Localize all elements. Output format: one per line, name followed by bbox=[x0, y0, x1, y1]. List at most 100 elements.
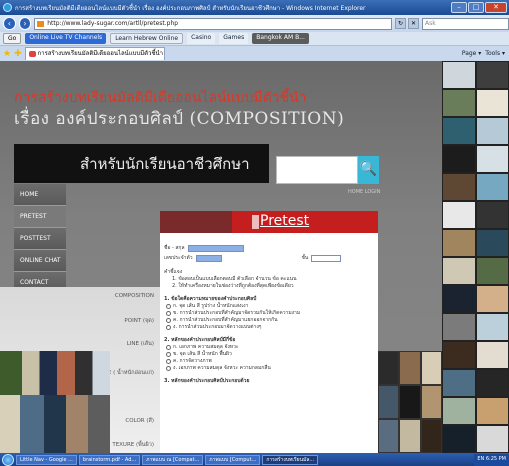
photo-tile bbox=[442, 145, 476, 173]
question-2: 2. หลักของคำประกอบศิลป์มีกี่ข้อ ก. เอกภา… bbox=[164, 337, 372, 372]
photo-grid-lower bbox=[378, 351, 442, 453]
add-favorite-icon[interactable]: ✚ bbox=[14, 49, 22, 59]
close-button[interactable]: ✕ bbox=[485, 2, 507, 13]
links-bar: Go Online Live TV Channels Learn Hebrew … bbox=[0, 32, 509, 46]
menu-online-chat[interactable]: ONLINE CHAT bbox=[14, 250, 66, 272]
photo-tile bbox=[420, 351, 442, 385]
instructions-title: คำชี้แจง bbox=[164, 269, 183, 275]
photo-tile bbox=[420, 419, 442, 453]
taskbar-item-1[interactable]: Little Nav - Google ... bbox=[16, 454, 77, 465]
id-field[interactable] bbox=[195, 254, 222, 262]
menu-pretest[interactable]: PRETEST bbox=[14, 206, 66, 228]
forward-button[interactable]: › bbox=[18, 17, 32, 30]
taskbar-item-3[interactable]: ภาพแบบ ณ [Compat... bbox=[142, 454, 204, 465]
question-1-option-a[interactable]: ก. จุด เส้น สี รูปร่าง น้ำหนักแสงเงา bbox=[164, 303, 372, 310]
taskbar-item-2[interactable]: brainstorm.pdf - Ad... bbox=[78, 454, 141, 465]
instruction-2: 2. ให้ทำเครื่องหมายในช่องว่างที่ถูกต้องท… bbox=[172, 283, 294, 289]
menu-posttest[interactable]: POSTTEST bbox=[14, 228, 66, 250]
section-header: Pretest bbox=[232, 211, 378, 233]
question-2-option-d[interactable]: ง. เอกภาพ ความสมดุล จังหวะ ความกลมกลืน bbox=[164, 365, 372, 372]
taskbar-item-4[interactable]: ภาพแบบ [Comput... bbox=[205, 454, 261, 465]
tabs-bar: ★ ✚ การสร้างบทเรียนมัลติมีเดียออนไลน์แบบ… bbox=[0, 46, 509, 61]
question-1-option-c[interactable]: ค. การนำส่วนประกอบที่สำคัญมาแยกออกจากกัน bbox=[164, 317, 372, 324]
question-1-text: 1. ข้อใดคือความหมายของคำประกอบศิลป์ bbox=[164, 296, 257, 302]
photo-tile bbox=[378, 419, 400, 453]
id-row: เลขประจำตัว ชั้น bbox=[164, 253, 372, 263]
window-title: การสร้างบทเรียนมัลติมีเดียออนไลน์แบบมีตั… bbox=[15, 4, 366, 12]
refresh-icon[interactable]: ↻ bbox=[394, 18, 406, 29]
page-menu[interactable]: Page ▾ bbox=[462, 50, 481, 57]
class-label: ชั้น bbox=[301, 255, 309, 261]
question-1: 1. ข้อใดคือความหมายของคำประกอบศิลป์ ก. จ… bbox=[164, 296, 372, 331]
pretest-logo-icon bbox=[252, 215, 259, 229]
side-label-line: LINE (เส้น) bbox=[126, 341, 154, 347]
photo-tile bbox=[399, 385, 421, 419]
question-2-text: 2. หลักของคำประกอบศิลป์มีกี่ข้อ bbox=[164, 337, 236, 343]
question-2-option-c[interactable]: ค. การจัดวางภาพ bbox=[164, 358, 372, 365]
taskbar-item-5[interactable]: การสร้างบทเรียนมัล... bbox=[262, 454, 319, 465]
search-input[interactable]: Ask bbox=[421, 17, 509, 30]
photo-tile bbox=[475, 229, 509, 257]
url-field[interactable]: http://www.lady-sugar.com/artll/pretest.… bbox=[34, 17, 392, 30]
window-titlebar: การสร้างบทเรียนมัลติมีเดียออนไลน์แบบมีตั… bbox=[0, 0, 509, 15]
photo-tile bbox=[399, 419, 421, 453]
radio-button[interactable] bbox=[166, 318, 171, 323]
go-button[interactable]: Go bbox=[3, 33, 22, 44]
question-2-option-a[interactable]: ก. เอกภาพ ความสมดุล จังหวะ bbox=[164, 344, 372, 351]
taskbar: Little Nav - Google ... brainstorm.pdf -… bbox=[0, 453, 509, 466]
link-games[interactable]: Games bbox=[219, 33, 249, 44]
stop-icon[interactable]: ✕ bbox=[407, 18, 419, 29]
photo-tile bbox=[475, 145, 509, 173]
radio-button[interactable] bbox=[166, 359, 171, 364]
link-hebrew[interactable]: Learn Hebrew Online bbox=[110, 33, 184, 44]
class-field[interactable] bbox=[311, 254, 342, 262]
photo-tile bbox=[475, 425, 509, 453]
menu-home[interactable]: HOME bbox=[14, 184, 66, 206]
name-row: ชื่อ - สกุล bbox=[164, 243, 372, 253]
option-label: ง. เอกภาพ ความสมดุล จังหวะ ความกลมกลืน bbox=[173, 365, 271, 371]
photo-tile bbox=[475, 201, 509, 229]
photo-tile bbox=[378, 351, 400, 385]
minimize-button[interactable]: – bbox=[451, 2, 467, 13]
radio-button[interactable] bbox=[166, 345, 171, 350]
site-search-input[interactable] bbox=[276, 156, 358, 184]
banner: สำหรับนักเรียนอาชีวศึกษา bbox=[14, 144, 269, 183]
back-button[interactable]: ‹ bbox=[3, 17, 16, 30]
name-field[interactable] bbox=[187, 244, 244, 252]
maximize-button[interactable]: □ bbox=[468, 2, 484, 13]
question-2-option-b[interactable]: ข. จุด เส้น สี น้ำหนัก พื้นผิว bbox=[164, 351, 372, 358]
question-3: 3. หลักของคำประกอบศิลป์ประกอบด้วย bbox=[164, 378, 372, 385]
tools-menu[interactable]: Tools ▾ bbox=[485, 50, 505, 57]
photo-tile bbox=[475, 117, 509, 145]
radio-button[interactable] bbox=[166, 304, 171, 309]
question-3-text: 3. หลักของคำประกอบศิลป์ประกอบด้วย bbox=[164, 378, 250, 384]
language-indicator[interactable]: EN bbox=[477, 456, 484, 462]
link-live-tv[interactable]: Online Live TV Channels bbox=[25, 33, 107, 44]
option-label: ข. จุด เส้น สี น้ำหนัก พื้นผิว bbox=[173, 351, 232, 357]
photo-tile bbox=[442, 313, 476, 341]
link-casino[interactable]: Casino bbox=[187, 33, 216, 44]
photo-tile bbox=[420, 385, 442, 419]
question-1-option-b[interactable]: ข. การนำส่วนประกอบที่สำคัญมาจัดรวมกันให้… bbox=[164, 310, 372, 317]
site-search-button[interactable]: 🔍 bbox=[358, 156, 379, 184]
option-label: ข. การนำส่วนประกอบที่สำคัญมาจัดรวมกันให้… bbox=[173, 310, 301, 316]
side-label-composition: COMPOSITION bbox=[114, 293, 154, 299]
radio-button[interactable] bbox=[166, 352, 171, 357]
tab-active[interactable]: การสร้างบทเรียนมัลติมีเดียออนไลน์แบบมีตั… bbox=[24, 47, 165, 60]
radio-button[interactable] bbox=[166, 366, 171, 371]
side-menu: HOME PRETEST POSTTEST ONLINE CHAT CONTAC… bbox=[14, 184, 66, 294]
web-page: การสร้างบทเรียนมัลติมีเดียออนไลน์แบบมีตั… bbox=[0, 61, 509, 453]
option-label: ก. เอกภาพ ความสมดุล จังหวะ bbox=[173, 344, 239, 350]
address-bar: ‹ › http://www.lady-sugar.com/artll/pret… bbox=[0, 15, 509, 32]
window-controls: – □ ✕ bbox=[451, 2, 507, 13]
favorites-star-icon[interactable]: ★ bbox=[3, 49, 11, 59]
top-links[interactable]: HOME LOGIN bbox=[348, 189, 380, 195]
link-user[interactable]: Bangkok AM B... bbox=[252, 33, 309, 44]
radio-button[interactable] bbox=[166, 311, 171, 316]
pretest-form: ชื่อ - สกุล เลขประจำตัว ชั้น คำชี้แจง 1.… bbox=[160, 233, 378, 453]
option-label: ค. การนำส่วนประกอบที่สำคัญมาแยกออกจากกัน bbox=[173, 317, 278, 323]
clock[interactable]: 6:25 PM bbox=[486, 456, 506, 462]
question-1-option-d[interactable]: ง. การนำส่วนประกอบมาจัดวางแบบต่างๆ bbox=[164, 324, 372, 331]
start-button[interactable] bbox=[2, 453, 14, 466]
radio-button[interactable] bbox=[166, 325, 171, 330]
